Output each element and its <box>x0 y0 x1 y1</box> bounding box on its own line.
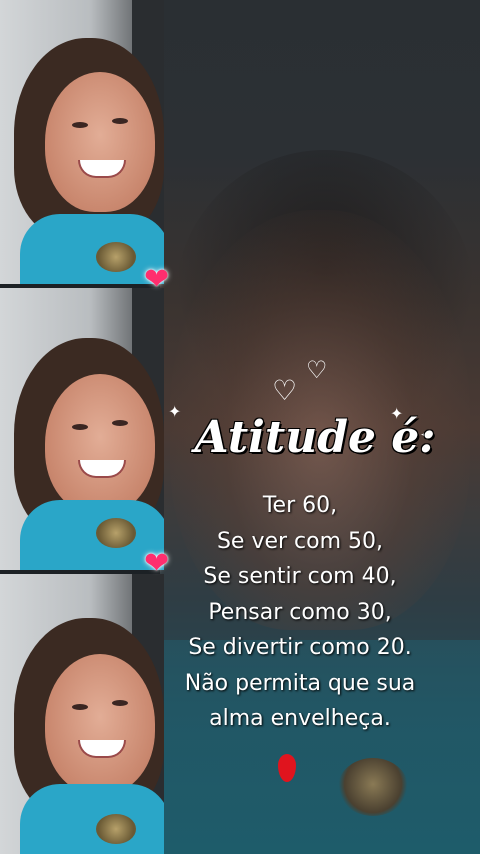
quote-title: Atitude é: <box>194 412 436 463</box>
portrait-photo-3 <box>0 574 164 854</box>
heart-icon: ❤ <box>144 262 170 297</box>
quote-line: Ter 60, <box>262 493 338 518</box>
quote-line: Não permita que sua <box>184 670 416 696</box>
heart-outline-icon: ♡ <box>272 374 298 407</box>
portrait-photo-1 <box>0 0 164 284</box>
quote-body: Ter 60, Se ver com 50, Se sentir com 40,… <box>163 488 437 737</box>
quote-line: alma envelheça. <box>209 706 391 731</box>
photo-collage: ❤ ❤ ♡ ♡ ✦ ✦ ✦ Atitude é: Ter 60, Se ver … <box>0 0 480 854</box>
portrait-photo-2 <box>0 288 164 570</box>
heart-pendant <box>338 758 408 816</box>
heart-outline-icon: ♡ <box>306 356 328 384</box>
quote-line: Se sentir com 40, <box>203 564 397 589</box>
quote-line: Se divertir como 20. <box>188 635 412 660</box>
quote-line: Pensar como 30, <box>208 599 392 625</box>
quote-line: Se ver com 50, <box>216 528 384 554</box>
